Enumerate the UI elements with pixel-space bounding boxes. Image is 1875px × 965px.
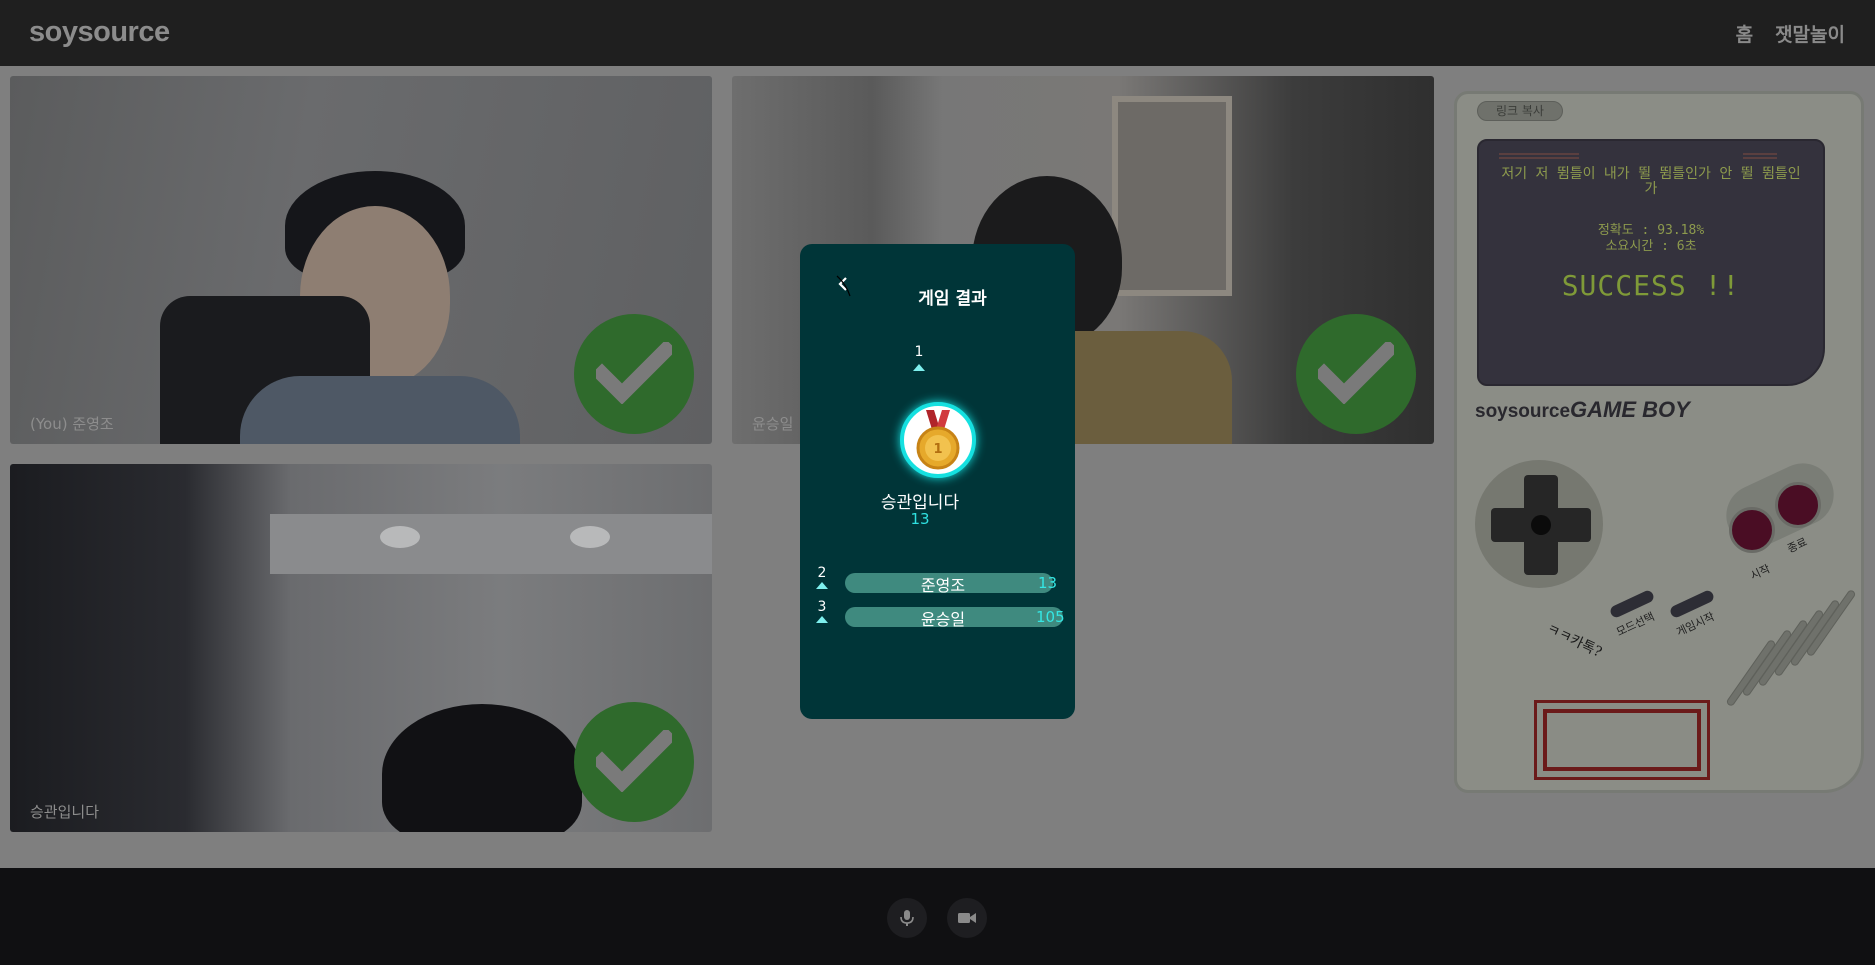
player-score: 13 bbox=[1038, 574, 1058, 592]
rank-number: 2 bbox=[817, 565, 827, 581]
camera-button[interactable] bbox=[947, 898, 987, 938]
ceiling-light bbox=[570, 526, 610, 548]
target-sentence: 저기 저 뜀틀이 내가 뛸 뜀틀인가 안 뛸 뜀틀인가 bbox=[1501, 166, 1801, 197]
rank-number: 1 bbox=[914, 344, 924, 360]
dpad-center bbox=[1531, 515, 1551, 535]
ready-check-icon bbox=[574, 702, 694, 822]
rank-number: 3 bbox=[817, 599, 827, 615]
end-button-label: 종료 bbox=[1785, 535, 1810, 556]
handwriting-text: ㅋㅋ카톡? bbox=[1543, 621, 1605, 661]
nav-game-link[interactable]: 잿말놀이 bbox=[1775, 20, 1845, 47]
ready-check-icon bbox=[1296, 314, 1416, 434]
gameboy-screen: 저기 저 뜀틀이 내가 뛸 뜀틀인가 안 뛸 뜀틀인가 정확도 : 93.18%… bbox=[1477, 139, 1825, 386]
winner-score: 13 bbox=[910, 510, 930, 528]
player-name: 준영조 bbox=[920, 576, 966, 595]
end-button[interactable] bbox=[1775, 482, 1821, 528]
player-name: 윤승일 bbox=[920, 610, 966, 629]
participant-name: 승관입니다 bbox=[30, 803, 100, 821]
player-score: 105 bbox=[1036, 608, 1065, 626]
time-text: 소요시간 : 6초 bbox=[1605, 239, 1697, 254]
screen-decor-line bbox=[1743, 153, 1777, 155]
svg-text:1: 1 bbox=[933, 442, 942, 457]
ready-check-icon bbox=[574, 314, 694, 434]
medal-icon: 1 bbox=[900, 402, 976, 478]
stamp-box bbox=[1534, 700, 1710, 780]
participant-name: 윤승일 bbox=[752, 415, 794, 433]
shelf bbox=[1112, 96, 1232, 296]
rank-triangle-icon bbox=[816, 616, 828, 623]
screen-decor-line bbox=[1499, 153, 1579, 155]
screen-decor-line bbox=[1743, 157, 1777, 159]
camera-icon bbox=[958, 913, 976, 923]
ranking-row: 3 윤승일 105 bbox=[800, 599, 1075, 633]
nav-menu: 홈 잿말놀이 bbox=[1736, 20, 1845, 47]
gameboy-panel: 링크 복사 저기 저 뜀틀이 내가 뛸 뜀틀인가 안 뛸 뜀틀인가 정확도 : … bbox=[1454, 91, 1864, 793]
first-place-rank: 1 bbox=[800, 344, 1038, 371]
participant-name: (You) 준영조 bbox=[30, 415, 114, 433]
mic-button[interactable] bbox=[887, 898, 927, 938]
copy-link-button[interactable]: 링크 복사 bbox=[1477, 101, 1563, 121]
bottom-control-bar bbox=[0, 868, 1875, 965]
rank-cell: 2 bbox=[815, 565, 829, 589]
rank-cell: 3 bbox=[815, 599, 829, 623]
rank-triangle-icon bbox=[913, 364, 925, 371]
person-shirt bbox=[240, 376, 520, 444]
brand-prefix: soysource bbox=[1475, 401, 1571, 422]
start-button[interactable] bbox=[1729, 507, 1775, 553]
screen-decor-line bbox=[1499, 157, 1579, 159]
modal-title: 게임 결과 bbox=[918, 289, 987, 309]
logo[interactable]: soysource bbox=[29, 16, 170, 49]
nav-home-link[interactable]: 홈 bbox=[1736, 20, 1753, 47]
ceiling-light bbox=[380, 526, 420, 548]
ceiling bbox=[270, 514, 712, 574]
brand-suffix: GAME BOY bbox=[1570, 397, 1690, 422]
person-head bbox=[382, 704, 582, 832]
game-result-modal: 게임 결과 1 1 승관입니다 13 2 준영조 13 3 윤승일 105 bbox=[800, 244, 1075, 719]
gameboy-brand: soysourceGAME BOY bbox=[1475, 397, 1690, 423]
video-tile-self: (You) 준영조 bbox=[10, 76, 712, 444]
rank-triangle-icon bbox=[816, 582, 828, 589]
ranking-row: 2 준영조 13 bbox=[800, 565, 1075, 599]
start-button-label: 시작 bbox=[1748, 562, 1773, 583]
top-navbar: soysource 홈 잿말놀이 bbox=[0, 0, 1875, 66]
video-tile-participant: 승관입니다 bbox=[10, 464, 712, 832]
result-text: SUCCESS !! bbox=[1561, 269, 1741, 302]
mic-icon bbox=[900, 910, 914, 926]
